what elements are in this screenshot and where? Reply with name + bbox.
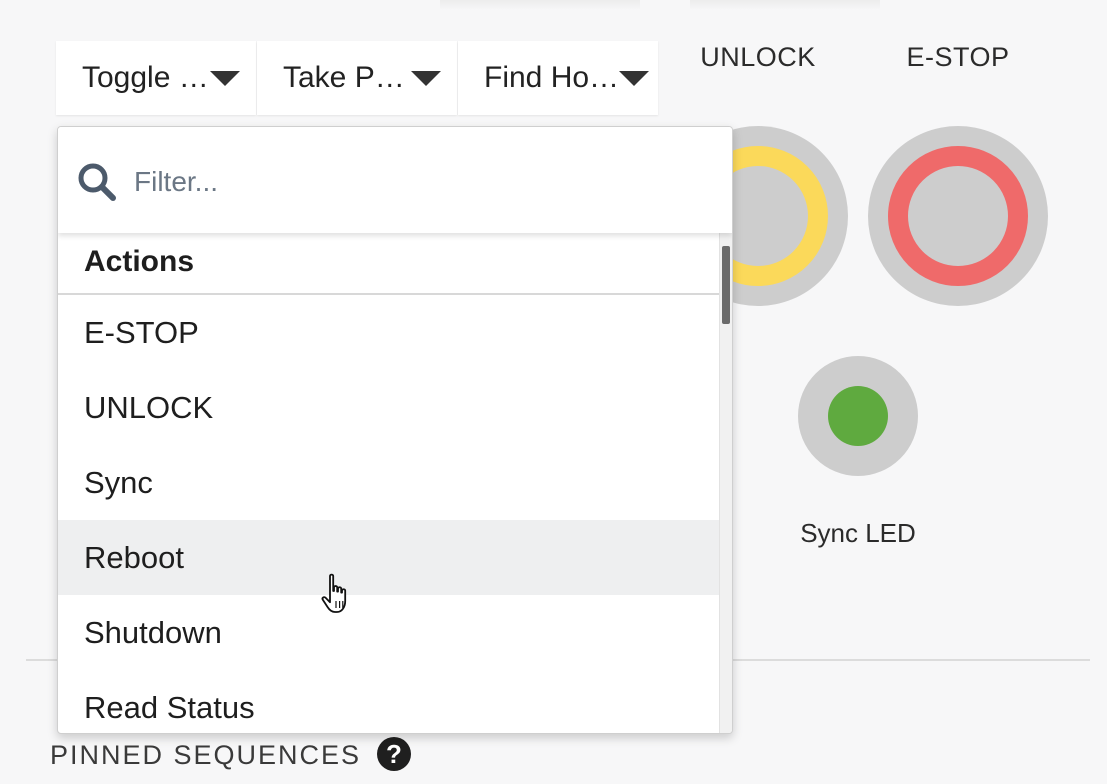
action-toolbar: Toggle … Take P… Find Ho… [56,41,659,115]
unlock-label: UNLOCK [700,42,816,72]
take-photo-dropdown-button[interactable]: Take P… [257,41,457,115]
caret-down-icon [619,70,650,86]
sync-led [798,356,918,476]
scrollbar-thumb[interactable] [722,246,730,324]
menu-item-reboot[interactable]: Reboot [58,520,720,595]
find-home-dropdown-button[interactable]: Find Ho… [458,41,658,115]
estop-button[interactable] [868,126,1048,306]
take-photo-dropdown-label: Take P… [283,61,405,94]
menu-item-read-status[interactable]: Read Status [58,670,720,733]
dropdown-list: Actions E-STOP UNLOCK Sync Reboot Shutdo… [58,233,720,733]
filter-bar [58,127,732,233]
caret-down-icon [411,70,441,86]
group-header-actions: Actions [58,233,720,295]
menu-item-estop[interactable]: E-STOP [58,295,720,370]
action-dropdown-menu: Actions E-STOP UNLOCK Sync Reboot Shutdo… [57,126,733,734]
filter-input[interactable] [132,157,696,207]
toggle-dropdown-button[interactable]: Toggle … [56,41,256,115]
estop-ring [888,146,1028,286]
top-shadow [440,0,640,10]
toggle-dropdown-label: Toggle … [82,61,209,94]
hand-pointer-icon [321,573,347,613]
find-home-dropdown-label: Find Ho… [484,61,620,94]
dropdown-scrollbar[interactable] [719,233,732,733]
pinned-sequences-heading: PINNED SEQUENCES [50,740,362,770]
search-icon [78,163,116,201]
top-shadow [690,0,880,10]
help-icon[interactable]: ? [377,737,411,771]
sync-led-label: Sync LED [800,518,916,548]
caret-down-icon [210,70,240,86]
menu-item-sync[interactable]: Sync [58,445,720,520]
menu-item-unlock[interactable]: UNLOCK [58,370,720,445]
menu-item-shutdown[interactable]: Shutdown [58,595,720,670]
sync-led-indicator [828,386,888,446]
estop-label: E-STOP [906,42,1010,72]
